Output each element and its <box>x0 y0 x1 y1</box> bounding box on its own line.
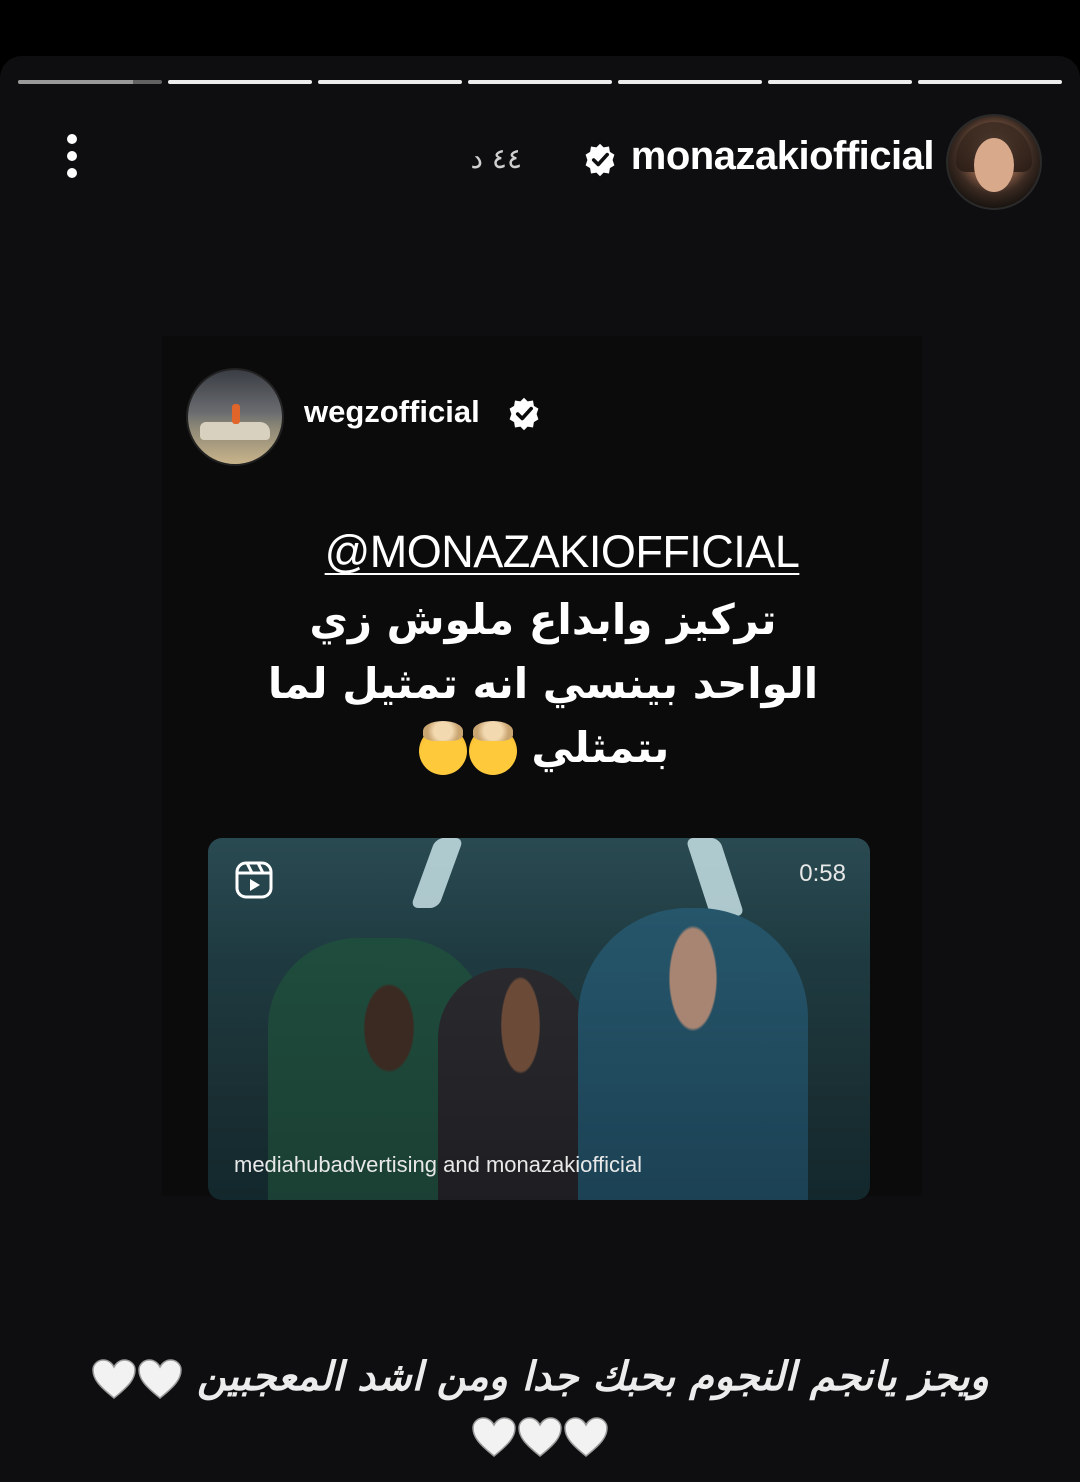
story-caption: ويجز يانجم النجوم بحبك جدا ومن اشد المعج… <box>40 1354 1040 1400</box>
car-image <box>200 422 270 440</box>
post-text-line: بتمثلي <box>531 723 670 772</box>
exploding-head-emoji <box>418 720 467 775</box>
white-heart-icon <box>92 1359 136 1399</box>
ceiling-light <box>410 838 464 908</box>
verified-badge-icon <box>509 397 539 431</box>
ceiling-light <box>685 838 745 916</box>
white-heart-icon <box>564 1417 608 1457</box>
progress-segment <box>768 80 912 84</box>
story-progress-bar <box>18 80 1062 85</box>
post-text-line: الواحد بينسي انه تمثيل لما <box>267 659 819 708</box>
video-credit: mediahubadvertising and monazakiofficial <box>234 1152 643 1177</box>
mention-link[interactable]: @MONAZAKIOFFICIAL <box>158 526 966 578</box>
white-heart-icon <box>472 1417 516 1457</box>
progress-segment <box>168 80 312 84</box>
post-text-line-with-emoji: بتمثلي <box>158 716 928 780</box>
more-options-icon[interactable] <box>62 134 82 184</box>
story-caption-hearts <box>40 1412 1040 1458</box>
progress-segment <box>618 80 762 84</box>
white-heart-icon <box>138 1359 182 1399</box>
progress-segment <box>468 80 612 84</box>
verified-badge-icon <box>585 143 615 177</box>
person-image <box>232 404 240 424</box>
progress-segment <box>18 80 162 84</box>
caption-text: ويجز يانجم النجوم بحبك جدا ومن اشد المعج… <box>197 1354 989 1400</box>
exploding-head-emoji <box>468 720 517 775</box>
progress-segment <box>318 80 462 84</box>
post-author-name[interactable]: wegzofficial <box>304 394 480 430</box>
reels-icon <box>235 861 273 899</box>
time-ago: ٤٤ د <box>470 142 522 175</box>
story-header: monazakiofficial ٤٤ د <box>0 112 1080 232</box>
avatar[interactable] <box>946 114 1042 210</box>
username[interactable]: monazakiofficial <box>631 134 935 179</box>
story-viewer[interactable]: monazakiofficial ٤٤ د wegzofficial @MONA… <box>0 56 1080 1482</box>
progress-segment <box>918 80 1062 84</box>
avatar-face <box>974 138 1014 192</box>
post-text-line: تركيز وابداع ملوش زي <box>309 595 777 644</box>
white-heart-icon <box>518 1417 562 1457</box>
post-author-avatar[interactable] <box>186 368 284 466</box>
reel-video-thumbnail[interactable]: 0:58 mediahubadvertising and monazakioff… <box>208 838 870 1200</box>
video-duration: 0:58 <box>799 860 846 887</box>
